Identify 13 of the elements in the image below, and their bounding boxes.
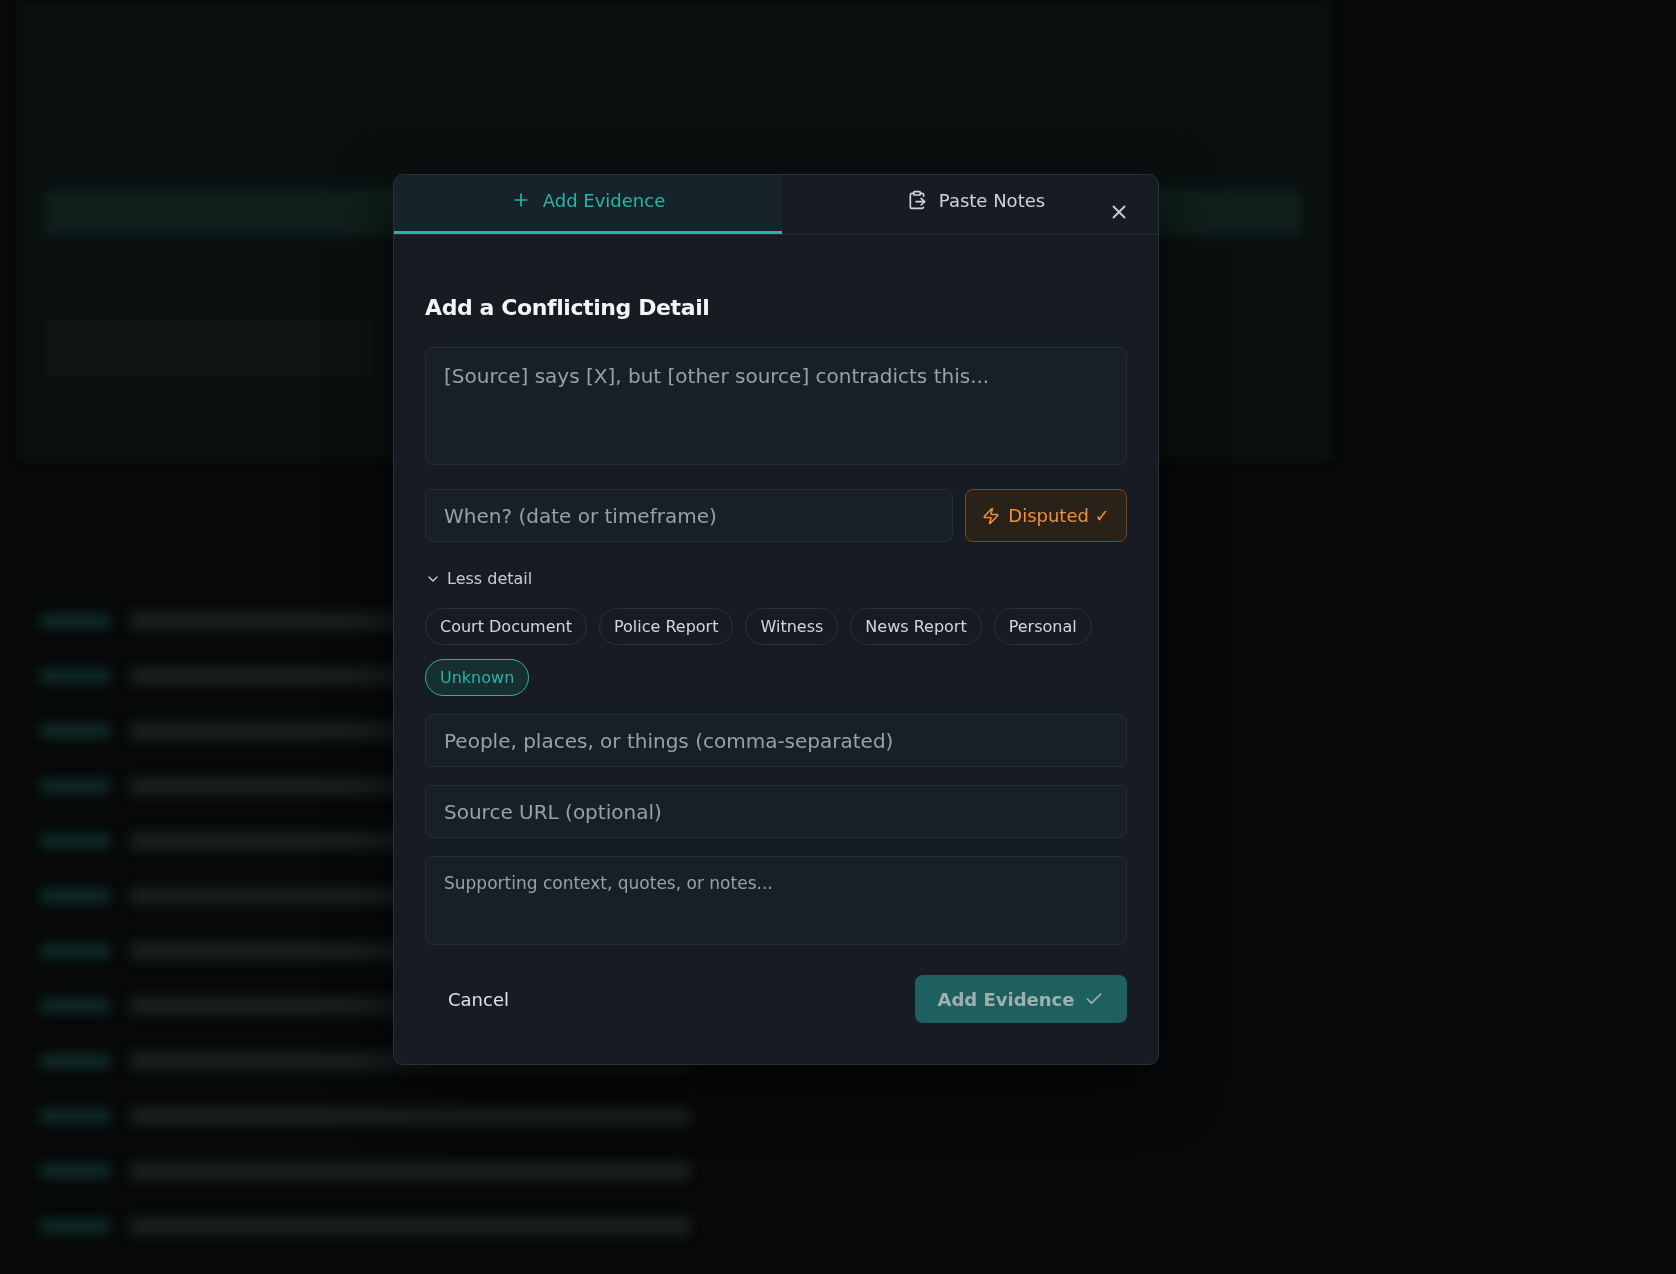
lightning-icon <box>982 506 1001 525</box>
cancel-button[interactable]: Cancel <box>425 976 532 1022</box>
tab[interactable]: Paste Notes <box>782 175 1158 234</box>
source-type-chip[interactable]: Unknown <box>425 659 530 696</box>
detail-toggle[interactable]: Less detail <box>425 569 533 588</box>
tab[interactable]: Add Evidence <box>394 175 782 234</box>
disputed-toggle[interactable]: Disputed ✓ <box>965 489 1127 542</box>
source-url-field[interactable]: Source URL (optional) <box>425 785 1127 838</box>
entities-field[interactable]: People, places, or things (comma-separated) <box>425 714 1127 767</box>
date-field[interactable]: When? (date or timeframe) <box>425 489 953 542</box>
claim-field[interactable]: [Source] says [X], but [other source] contradicts this... <box>425 347 1127 465</box>
dialog-title: Add a Conflicting Detail <box>425 295 711 320</box>
notes-field[interactable]: Supporting context, quotes, or notes... <box>425 856 1127 945</box>
